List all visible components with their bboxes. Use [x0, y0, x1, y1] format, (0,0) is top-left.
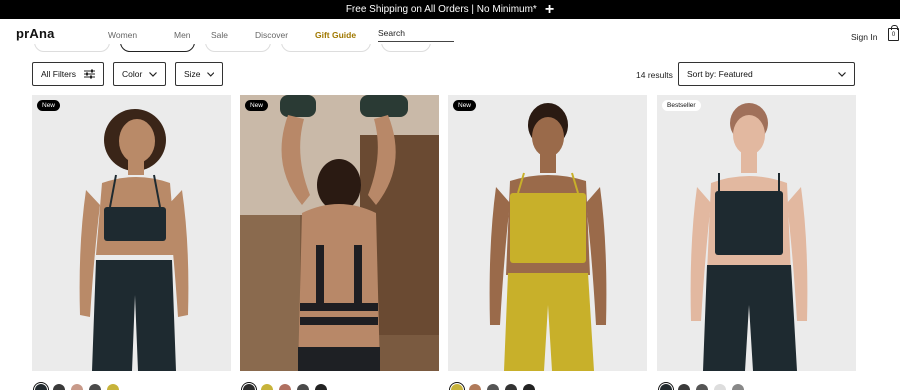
- search-input[interactable]: Search: [378, 28, 454, 42]
- color-filter-dropdown[interactable]: Color: [113, 62, 166, 86]
- filter-bar: All Filters Color Size 14 results Sort b…: [0, 62, 900, 88]
- category-chip[interactable]: [381, 44, 431, 52]
- chevron-down-icon: [149, 71, 157, 77]
- chevron-down-icon: [838, 71, 846, 77]
- product-image: [240, 95, 439, 371]
- category-chip[interactable]: [34, 44, 110, 52]
- nav-item-sale[interactable]: Sale: [211, 30, 255, 40]
- color-filter-label: Color: [122, 69, 143, 79]
- category-chip[interactable]: [205, 44, 271, 52]
- color-swatch[interactable]: [469, 384, 481, 390]
- product-badge: New: [453, 100, 477, 111]
- product-image: [32, 95, 231, 371]
- color-swatch[interactable]: [660, 384, 672, 390]
- color-swatches: [243, 384, 327, 390]
- color-swatch[interactable]: [89, 384, 101, 390]
- sliders-icon: [84, 69, 95, 79]
- product-card[interactable]: Bestseller: [657, 95, 856, 371]
- sign-in-link[interactable]: Sign In: [851, 32, 877, 42]
- nav-item-women[interactable]: Women: [108, 30, 174, 40]
- color-swatch[interactable]: [315, 384, 327, 390]
- nav-item-gift-guide[interactable]: Gift Guide: [315, 30, 378, 40]
- promo-bar: Free Shipping on All Orders | No Minimum…: [0, 0, 900, 19]
- product-badge: Bestseller: [662, 100, 701, 111]
- color-swatch[interactable]: [523, 384, 535, 390]
- product-image: [448, 95, 647, 371]
- color-swatch[interactable]: [53, 384, 65, 390]
- color-swatch[interactable]: [696, 384, 708, 390]
- nav-item-discover[interactable]: Discover: [255, 30, 315, 40]
- color-swatch[interactable]: [261, 384, 273, 390]
- shopping-bag-icon[interactable]: 0: [888, 25, 899, 41]
- color-swatch[interactable]: [35, 384, 47, 390]
- color-swatches: [660, 384, 744, 390]
- product-badge: New: [37, 100, 61, 111]
- chevron-down-icon: [206, 71, 214, 77]
- color-swatch[interactable]: [678, 384, 690, 390]
- color-swatch[interactable]: [243, 384, 255, 390]
- category-chip[interactable]: [281, 44, 371, 52]
- color-swatches: [35, 384, 119, 390]
- results-count: 14 results: [636, 70, 673, 80]
- main-nav: Women Men Sale Discover Gift Guide: [108, 30, 378, 40]
- nav-item-men[interactable]: Men: [174, 30, 211, 40]
- color-swatches: [451, 384, 535, 390]
- all-filters-button[interactable]: All Filters: [32, 62, 104, 86]
- product-image: [657, 95, 856, 371]
- plus-icon[interactable]: +: [545, 1, 554, 18]
- category-chip-selected[interactable]: [120, 44, 195, 52]
- product-card[interactable]: New: [32, 95, 231, 371]
- color-swatch[interactable]: [732, 384, 744, 390]
- color-swatch[interactable]: [297, 384, 309, 390]
- logo[interactable]: prAna: [16, 26, 55, 41]
- color-swatch[interactable]: [279, 384, 291, 390]
- color-swatch[interactable]: [107, 384, 119, 390]
- color-swatch[interactable]: [487, 384, 499, 390]
- size-filter-dropdown[interactable]: Size: [175, 62, 223, 86]
- product-card[interactable]: New: [240, 95, 439, 371]
- sort-dropdown[interactable]: Sort by: Featured: [678, 62, 855, 86]
- promo-text: Free Shipping on All Orders | No Minimum…: [345, 4, 537, 15]
- color-swatch[interactable]: [71, 384, 83, 390]
- product-badge: New: [245, 100, 269, 111]
- color-swatch[interactable]: [451, 384, 463, 390]
- size-filter-label: Size: [184, 69, 201, 79]
- sort-label: Sort by: Featured: [687, 69, 753, 79]
- category-chips: [0, 44, 900, 54]
- all-filters-label: All Filters: [41, 69, 76, 79]
- color-swatch[interactable]: [714, 384, 726, 390]
- product-card[interactable]: New: [448, 95, 647, 371]
- color-swatch[interactable]: [505, 384, 517, 390]
